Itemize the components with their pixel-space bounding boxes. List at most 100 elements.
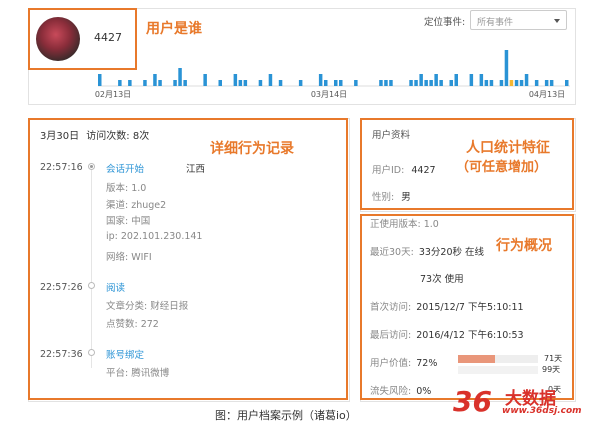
chart-bar[interactable] bbox=[409, 80, 413, 86]
chart-bar[interactable] bbox=[469, 74, 474, 86]
bar2-days: 99天 bbox=[542, 365, 561, 374]
last-visit-label: 最后访问: bbox=[370, 330, 412, 341]
chart-bar[interactable] bbox=[454, 74, 459, 86]
chart-bar[interactable] bbox=[258, 80, 263, 86]
user-value-label: 用户价值: bbox=[370, 358, 412, 369]
last-visit-row: 最后访问: 2016/4/12 下午6:10:53 bbox=[370, 327, 524, 341]
chart-bar[interactable] bbox=[524, 74, 529, 86]
churn-row: 流失风险: 0% bbox=[370, 383, 431, 397]
activity-chart: 02月13日 03月14日 04月13日 bbox=[95, 50, 570, 99]
chart-bar[interactable] bbox=[203, 74, 207, 86]
chart-bar[interactable] bbox=[379, 80, 383, 86]
chart-bar[interactable] bbox=[233, 74, 238, 86]
last30-label: 最近30天: bbox=[370, 247, 414, 258]
bar1-days: 71天 bbox=[544, 354, 563, 363]
brand-url: www.36dsj.com bbox=[502, 406, 582, 416]
user-value-pct: 72% bbox=[416, 358, 438, 369]
event-time: 22:57:26 bbox=[40, 282, 83, 293]
chart-bar[interactable] bbox=[183, 80, 187, 86]
chart-bar[interactable] bbox=[318, 74, 323, 86]
first-visit-value: 2015/12/7 下午5:10:11 bbox=[416, 302, 524, 313]
profile-user-id: 用户ID: 4427 bbox=[372, 162, 436, 176]
chart-bar[interactable] bbox=[339, 80, 343, 86]
chart-bar[interactable] bbox=[98, 74, 102, 86]
chart-bar[interactable] bbox=[389, 80, 393, 86]
chart-bar[interactable] bbox=[238, 80, 243, 86]
chart-bar[interactable] bbox=[153, 74, 157, 86]
chart-bar[interactable] bbox=[354, 80, 358, 86]
usage-value: 73次 使用 bbox=[420, 274, 464, 285]
event-extra: 江西 bbox=[186, 164, 206, 175]
annotation-behavior: 行为概况 bbox=[496, 238, 552, 254]
chart-bar[interactable] bbox=[268, 74, 273, 86]
x-tick-label: 02月13日 bbox=[95, 90, 131, 99]
churn-pct: 0% bbox=[416, 386, 432, 397]
chart-bar[interactable] bbox=[218, 80, 223, 86]
x-tick-label: 03月14日 bbox=[311, 90, 347, 99]
chart-bar[interactable] bbox=[534, 80, 539, 86]
chart-bar[interactable] bbox=[434, 74, 438, 86]
chart-bar[interactable] bbox=[479, 74, 484, 86]
chart-bar[interactable] bbox=[499, 80, 504, 86]
profile-gender: 性别: 男 bbox=[372, 189, 411, 203]
chart-bar[interactable] bbox=[118, 80, 122, 86]
last-visit-value: 2016/4/12 下午6:10:53 bbox=[416, 330, 524, 341]
event-time: 22:57:16 bbox=[40, 162, 83, 173]
chart-bar[interactable] bbox=[489, 80, 494, 86]
event-prop: 版本: 1.0 bbox=[106, 183, 147, 194]
chart-bar[interactable] bbox=[544, 80, 549, 86]
first-visit-row: 首次访问: 2015/12/7 下午5:10:11 bbox=[370, 299, 524, 313]
user-value-bar-track-2 bbox=[458, 366, 538, 374]
event-prop: 平台: 腾讯微博 bbox=[106, 368, 170, 379]
chart-bar[interactable] bbox=[449, 80, 454, 86]
chart-bar[interactable] bbox=[128, 80, 132, 86]
chart-bar[interactable] bbox=[519, 80, 524, 86]
chart-bar[interactable] bbox=[243, 80, 248, 86]
chart-bar[interactable] bbox=[509, 80, 514, 86]
event-prop: 点赞数: 272 bbox=[106, 319, 159, 330]
timeline-dot-icon bbox=[88, 282, 95, 289]
event-prop: 国家: 中国 bbox=[106, 216, 151, 227]
chart-bar[interactable] bbox=[324, 80, 328, 86]
chart-bar[interactable] bbox=[549, 80, 554, 86]
profile-gender-value: 男 bbox=[401, 192, 411, 203]
annotation-demographics-2: （可任意增加） bbox=[456, 160, 548, 175]
event-prop: 渠道: zhuge2 bbox=[106, 200, 167, 211]
timeline-dot-icon bbox=[88, 163, 95, 170]
churn-label: 流失风险: bbox=[370, 386, 412, 397]
event-title[interactable]: 账号绑定 bbox=[106, 347, 144, 361]
chart-bar[interactable] bbox=[424, 80, 428, 86]
chart-bar[interactable] bbox=[484, 80, 489, 86]
chart-bar[interactable] bbox=[173, 80, 177, 86]
event-prop: 网络: WIFI bbox=[106, 252, 152, 263]
detail-visits-label: 访问次数: 8次 bbox=[86, 131, 150, 142]
chart-bar[interactable] bbox=[439, 80, 443, 86]
chart-bar[interactable] bbox=[278, 80, 283, 86]
profile-user-id-label: 用户ID: bbox=[372, 165, 405, 176]
timeline-line bbox=[91, 168, 92, 368]
annotation-demographics-1: 人口统计特征 bbox=[466, 140, 550, 156]
annotation-detail: 详细行为记录 bbox=[210, 141, 294, 157]
event-title[interactable]: 阅读 bbox=[106, 280, 125, 294]
user-value-row: 用户价值: 72% bbox=[370, 355, 437, 369]
chart-bar[interactable] bbox=[514, 80, 519, 86]
detail-date-label: 3月30日 bbox=[40, 131, 80, 142]
chart-bar[interactable] bbox=[504, 50, 509, 86]
chart-bar[interactable] bbox=[384, 80, 388, 86]
chart-bar[interactable] bbox=[414, 80, 418, 86]
profile-user-id-value: 4427 bbox=[411, 165, 436, 176]
chart-bar[interactable] bbox=[419, 74, 423, 86]
event-title[interactable]: 会话开始 bbox=[106, 161, 144, 175]
chart-bar[interactable] bbox=[178, 68, 182, 86]
chart-bar[interactable] bbox=[334, 80, 338, 86]
chart-bar[interactable] bbox=[298, 80, 303, 86]
chart-bar[interactable] bbox=[158, 80, 162, 86]
last30-row: 最近30天: 33分20秒 在线 bbox=[370, 244, 484, 258]
online-value: 33分20秒 在线 bbox=[418, 247, 485, 258]
timeline-dot-icon bbox=[88, 349, 95, 356]
chart-bar[interactable] bbox=[429, 80, 433, 86]
chart-bar[interactable] bbox=[143, 80, 147, 86]
chart-bar[interactable] bbox=[565, 80, 569, 86]
detail-date: 3月30日 访问次数: 8次 bbox=[40, 127, 149, 142]
x-tick-label: 04月13日 bbox=[529, 90, 565, 99]
